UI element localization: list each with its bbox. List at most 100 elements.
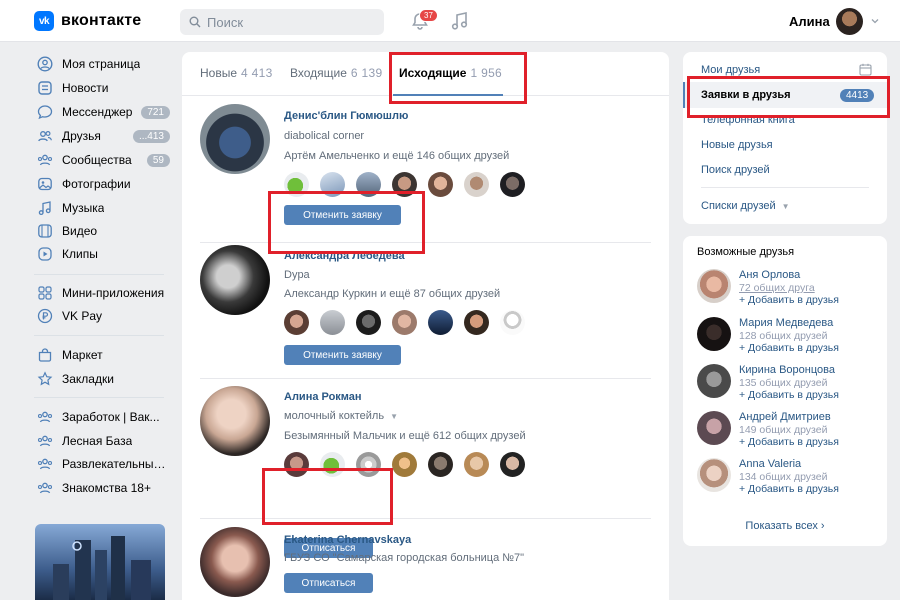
request-name[interactable]: Алина Рокман: [284, 391, 362, 403]
possible-friend-avatar[interactable]: [697, 317, 731, 351]
mutual-avatar[interactable]: [464, 310, 489, 335]
calendar-icon[interactable]: [859, 63, 872, 76]
sidebar-item-bookmarks[interactable]: Закладки: [34, 368, 174, 390]
sidebar-item-group-earnings[interactable]: Заработок | Вак...: [34, 406, 174, 428]
sidebar-item-label: Мини-приложения: [62, 286, 165, 300]
sidebar-item-music[interactable]: Музыка: [34, 197, 174, 219]
unsubscribe-button[interactable]: Отписаться: [284, 573, 373, 593]
mutual-avatar[interactable]: [356, 172, 381, 197]
mutual-avatar[interactable]: [320, 452, 345, 477]
request-name[interactable]: Ekaterina Chernavskaya: [284, 534, 411, 546]
possible-friend-name[interactable]: Аня Орлова: [739, 269, 800, 281]
tab-label: Входящие: [290, 66, 347, 80]
sidebar-item-market[interactable]: Маркет: [34, 344, 174, 366]
sidebar-item-friends[interactable]: Друзья ...413: [34, 125, 174, 147]
user-circle-icon: [37, 56, 53, 72]
mutual-avatar[interactable]: [392, 452, 417, 477]
tab-label: Исходящие: [399, 66, 467, 80]
sidebar-item-group-entertainment[interactable]: Развлекательный...: [34, 453, 174, 475]
mutual-avatar[interactable]: [320, 310, 345, 335]
possible-friend-name[interactable]: Андрей Дмитриев: [739, 411, 831, 423]
mutual-avatar[interactable]: [392, 172, 417, 197]
menu-new-friends[interactable]: Новые друзья: [701, 139, 773, 151]
search-box[interactable]: [180, 9, 384, 35]
request-avatar[interactable]: [200, 386, 270, 456]
mutual-avatar[interactable]: [284, 172, 309, 197]
mutual-avatar[interactable]: [284, 310, 309, 335]
possible-friend-common[interactable]: 72 общих друга: [739, 282, 815, 294]
add-friend-link[interactable]: + Добавить в друзья: [739, 342, 839, 354]
cancel-request-button[interactable]: Отменить заявку: [284, 205, 401, 225]
vk-logo[interactable]: vk вконтакте: [34, 11, 141, 31]
header-user-name[interactable]: Алина: [789, 14, 830, 29]
menu-search-friends[interactable]: Поиск друзей: [701, 164, 770, 176]
sidebar-item-messenger[interactable]: Мессенджер 721: [34, 101, 174, 123]
sidebar-item-photos[interactable]: Фотографии: [34, 173, 174, 195]
request-mutual-friends[interactable]: Артём Амельченко и ещё 146 общих друзей: [284, 150, 509, 162]
request-avatar[interactable]: [200, 527, 270, 597]
possible-friend-avatar[interactable]: [697, 364, 731, 398]
tab-outgoing[interactable]: Исходящие 1 956: [399, 66, 502, 80]
possible-friend-common[interactable]: 134 общих друзей: [739, 471, 827, 483]
sidebar-item-clips[interactable]: Клипы: [34, 243, 174, 265]
mutual-avatar[interactable]: [428, 310, 453, 335]
mutual-avatar[interactable]: [500, 172, 525, 197]
active-tab-indicator: [393, 94, 503, 96]
possible-friend-common[interactable]: 149 общих друзей: [739, 424, 827, 436]
mutual-avatar[interactable]: [464, 172, 489, 197]
menu-phone-book[interactable]: Телефонная книга: [701, 114, 795, 126]
mutual-avatar[interactable]: [428, 172, 453, 197]
add-friend-link[interactable]: + Добавить в друзья: [739, 483, 839, 495]
show-all-link[interactable]: Показать всех ›: [683, 520, 887, 532]
possible-friend-name[interactable]: Anna Valeria: [739, 458, 801, 470]
menu-my-friends[interactable]: Мои друзья: [701, 64, 760, 76]
sidebar-item-video[interactable]: Видео: [34, 220, 174, 242]
mutual-avatar[interactable]: [320, 172, 345, 197]
sidebar-item-vk-pay[interactable]: VK Pay: [34, 305, 174, 327]
mutual-avatar[interactable]: [392, 310, 417, 335]
request-name[interactable]: Александра Лебедева: [284, 250, 405, 262]
mutual-avatar[interactable]: [500, 310, 525, 335]
mutual-avatar[interactable]: [356, 452, 381, 477]
mutual-avatar[interactable]: [428, 452, 453, 477]
possible-friend-avatar[interactable]: [697, 458, 731, 492]
menu-friend-lists[interactable]: Списки друзей ▼: [701, 200, 790, 212]
add-friend-link[interactable]: + Добавить в друзья: [739, 436, 839, 448]
chevron-down-icon[interactable]: [870, 16, 880, 26]
sidebar-item-news[interactable]: Новости: [34, 77, 174, 99]
request-avatar[interactable]: [200, 245, 270, 315]
possible-friend-avatar[interactable]: [697, 411, 731, 445]
tab-incoming[interactable]: Входящие 6 139: [290, 66, 382, 80]
search-input[interactable]: [207, 14, 367, 30]
add-friend-link[interactable]: + Добавить в друзья: [739, 389, 839, 401]
possible-friend-avatar[interactable]: [697, 269, 731, 303]
cancel-request-button[interactable]: Отменить заявку: [284, 345, 401, 365]
sidebar-item-communities[interactable]: Сообщества 59: [34, 149, 174, 171]
mutual-avatar[interactable]: [356, 310, 381, 335]
add-friend-link[interactable]: + Добавить в друзья: [739, 294, 839, 306]
mutual-avatar[interactable]: [284, 452, 309, 477]
request-status: diabolical corner: [284, 130, 365, 142]
possible-friend-common[interactable]: 135 общих друзей: [739, 377, 827, 389]
mutual-avatar[interactable]: [464, 452, 489, 477]
music-player-icon[interactable]: [451, 11, 469, 31]
sidebar-item-my-page[interactable]: Моя страница: [34, 53, 174, 75]
tab-new[interactable]: Новые 4 413: [200, 66, 273, 80]
sidebar-item-mini-apps[interactable]: Мини-приложения: [34, 282, 174, 304]
possible-friend-name[interactable]: Мария Медведева: [739, 317, 833, 329]
header-avatar[interactable]: [836, 8, 863, 35]
sidebar-item-label: Видео: [62, 224, 98, 238]
request-name[interactable]: Денис'блин Гюмюшлю: [284, 110, 408, 122]
request-mutual-friends[interactable]: Александр Куркин и ещё 87 общих друзей: [284, 288, 500, 300]
possible-friend-name[interactable]: Кирина Воронцова: [739, 364, 835, 376]
promo-banner-image[interactable]: [35, 524, 165, 600]
tab-count: 4 413: [241, 66, 273, 80]
mutual-avatar[interactable]: [500, 452, 525, 477]
request-avatar[interactable]: [200, 104, 270, 174]
menu-friend-requests-label[interactable]: Заявки в друзья: [701, 89, 791, 101]
possible-friend-common[interactable]: 128 общих друзей: [739, 330, 827, 342]
sidebar-item-group-forest-base[interactable]: Лесная База: [34, 430, 174, 452]
request-mutual-friends[interactable]: Безымянный Мальчик и ещё 612 общих друзе…: [284, 430, 526, 442]
request-status: Dypa: [284, 269, 310, 281]
sidebar-item-group-dating[interactable]: Знакомства 18+: [34, 477, 174, 499]
